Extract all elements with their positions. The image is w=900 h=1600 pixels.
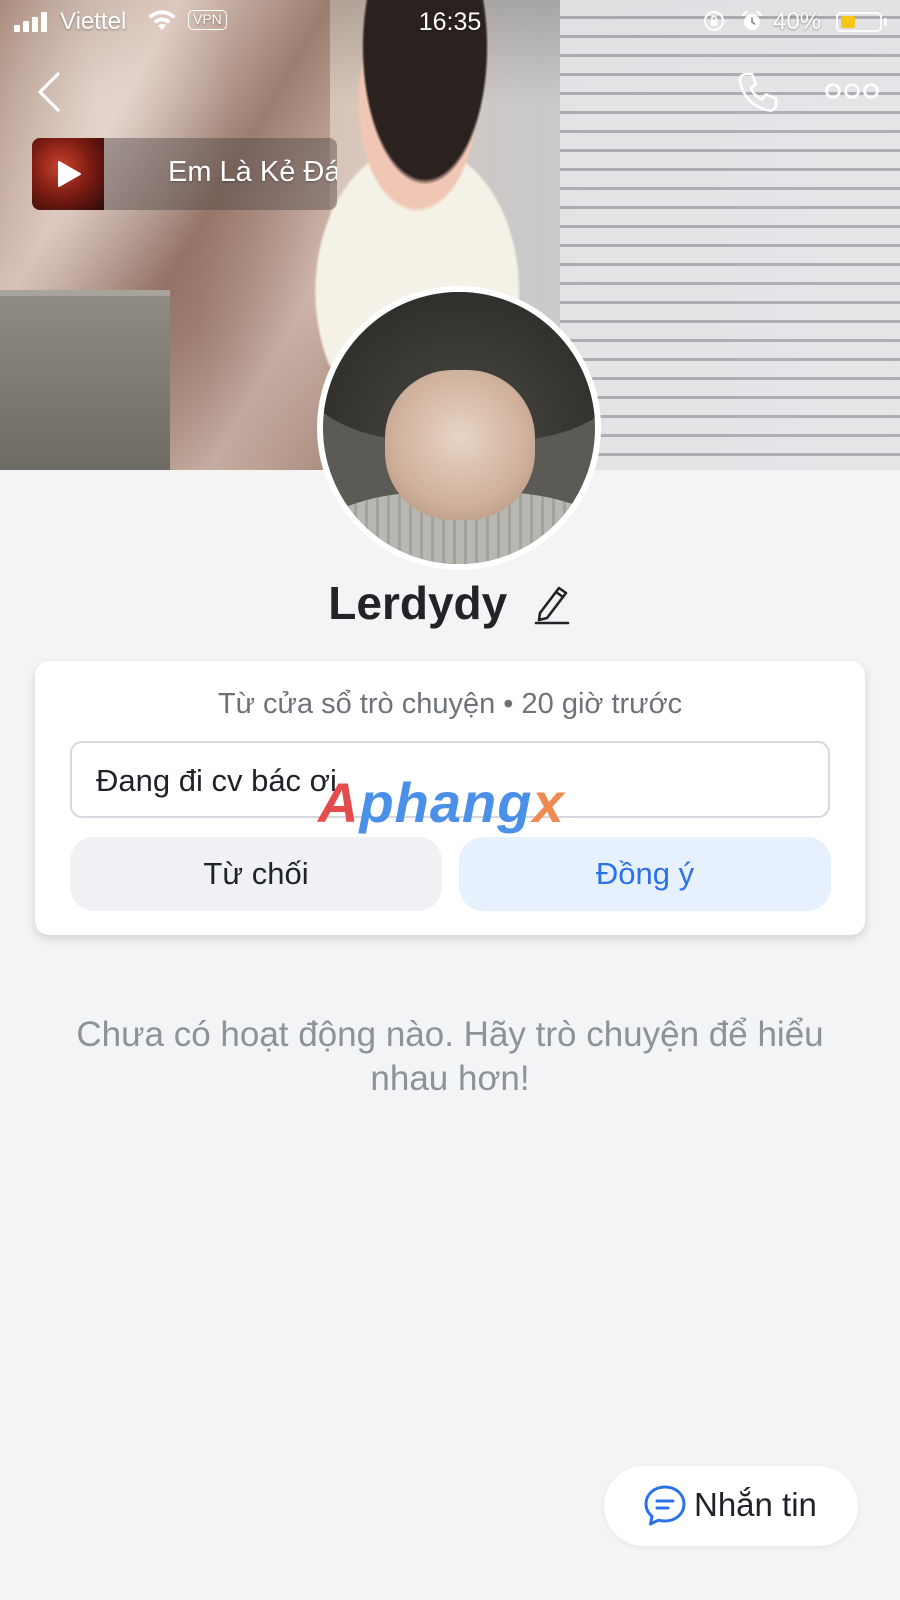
message-button[interactable]: Nhắn tin bbox=[604, 1466, 858, 1546]
empty-activity-text: Chưa có hoạt động nào. Hãy trò chuyện để… bbox=[76, 1015, 824, 1098]
battery-icon bbox=[836, 12, 882, 32]
status-bar: Viettel VPN 16:35 40% bbox=[0, 0, 900, 44]
watermark-x: x bbox=[532, 771, 565, 834]
accept-button[interactable]: Đồng ý bbox=[459, 837, 831, 911]
battery-nub bbox=[884, 18, 887, 26]
back-button[interactable] bbox=[30, 68, 70, 116]
alarm-icon bbox=[741, 10, 763, 30]
battery-percent: 40% bbox=[773, 8, 822, 35]
request-meta: Từ cửa sổ trò chuyện • 20 giờ trước bbox=[217, 688, 683, 720]
cover-ledge bbox=[0, 290, 170, 470]
watermark-logo: Aphangx bbox=[318, 770, 565, 835]
avatar-face bbox=[385, 370, 535, 520]
music-title: Em Là Kẻ Đá bbox=[168, 156, 337, 188]
profile-music-bar[interactable]: Em Là Kẻ Đá bbox=[32, 138, 337, 210]
status-time: 16:35 bbox=[418, 8, 482, 36]
avatar[interactable] bbox=[317, 286, 601, 570]
decline-button[interactable]: Từ chối bbox=[70, 837, 442, 911]
pencil-icon[interactable] bbox=[532, 581, 572, 625]
battery-fill bbox=[841, 16, 855, 28]
profile-name-row: Lerdydy bbox=[0, 576, 900, 636]
request-message-text: Đang đi cv bác ơi bbox=[96, 763, 337, 798]
play-icon[interactable] bbox=[56, 160, 82, 188]
message-button-label: Nhắn tin bbox=[694, 1486, 817, 1523]
watermark-mid: phang bbox=[359, 771, 533, 834]
chat-bubble-icon bbox=[644, 1485, 686, 1526]
watermark-a: A bbox=[318, 771, 360, 834]
music-thumbnail bbox=[32, 138, 104, 210]
rotation-lock-icon bbox=[704, 11, 724, 31]
phone-icon[interactable] bbox=[734, 68, 782, 116]
profile-name: Lerdydy bbox=[328, 577, 508, 629]
more-horizontal-icon[interactable] bbox=[824, 76, 880, 106]
